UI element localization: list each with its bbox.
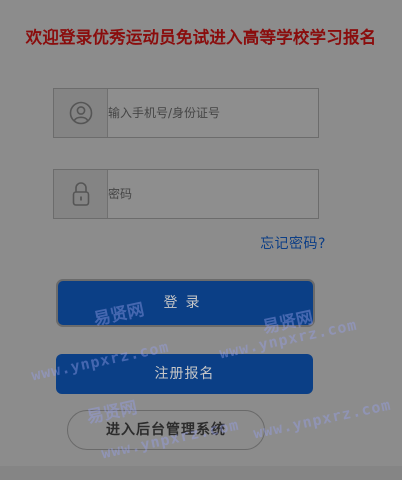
phone-id-field[interactable] [53, 88, 319, 138]
phone-id-input[interactable] [108, 89, 316, 137]
watermark-url: www.ynpxrz.com [251, 395, 393, 443]
padlock-icon [54, 170, 108, 218]
password-input[interactable] [108, 170, 316, 218]
page-title: 欢迎登录优秀运动员免试进入高等学校学习报名 [25, 28, 377, 47]
bottom-band [0, 466, 402, 480]
forgot-password-link[interactable]: 忘记密码? [260, 233, 326, 253]
admin-system-button[interactable]: 进入后台管理系统 [67, 410, 265, 450]
register-button[interactable]: 注册报名 [56, 354, 313, 394]
login-button[interactable]: 登录 [56, 279, 315, 327]
password-field[interactable] [53, 169, 319, 219]
user-icon [54, 89, 108, 137]
